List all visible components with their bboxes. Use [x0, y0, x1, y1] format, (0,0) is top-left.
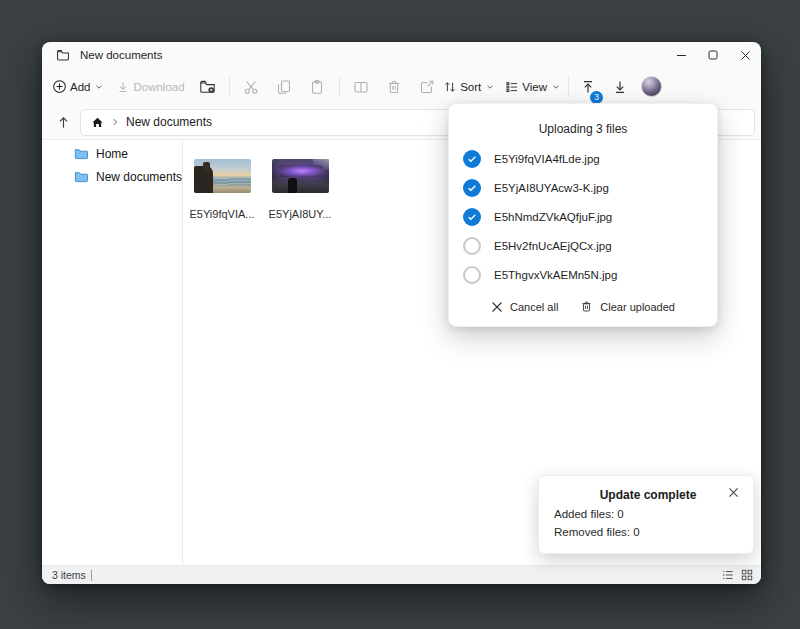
chevron-down-icon: [552, 83, 560, 91]
pending-circle-icon: [463, 237, 481, 255]
desktop: { "titlebar": { "title": "New documents"…: [0, 0, 800, 629]
upload-count-badge: 3: [590, 91, 603, 104]
check-circle-icon: [463, 208, 481, 226]
upload-item: E5ThgvxVkAEMn5N.jpg: [449, 260, 717, 289]
toast-header: Update complete: [554, 488, 739, 502]
folder-icon: [74, 147, 88, 160]
check-circle-icon: [463, 179, 481, 197]
sidebar-item-home[interactable]: Home: [42, 142, 182, 165]
view-icon: [505, 80, 519, 94]
status-bar: 3 items: [42, 565, 761, 584]
add-label: Add: [70, 81, 90, 93]
new-folder-button[interactable]: [191, 74, 224, 100]
grid-view-icon[interactable]: [741, 569, 753, 581]
user-avatar[interactable]: [641, 76, 662, 97]
add-button[interactable]: Add: [50, 74, 105, 99]
cut-button[interactable]: [235, 74, 268, 100]
upload-item: E5Yi9fqVIA4fLde.jpg: [449, 144, 717, 173]
chevron-right-icon: [111, 118, 119, 126]
pending-circle-icon: [463, 266, 481, 284]
rename-button[interactable]: [345, 74, 378, 100]
view-button[interactable]: View: [503, 75, 562, 99]
toolbar-separator: [568, 77, 569, 97]
add-icon: [52, 79, 67, 94]
cancel-all-button[interactable]: Cancel all: [491, 300, 558, 313]
toast-line: Added files: 0: [554, 508, 739, 520]
sidebar-item-new-documents[interactable]: New documents: [42, 165, 182, 188]
toast-title: Update complete: [554, 488, 728, 502]
update-toast: Update complete Added files: 0 Removed f…: [538, 475, 754, 554]
close-icon: [491, 301, 503, 313]
details-view-icon[interactable]: [722, 569, 734, 581]
share-button[interactable]: [411, 74, 444, 100]
maximize-button[interactable]: [697, 42, 729, 68]
toolbar-right: Sort View 3: [441, 74, 662, 100]
download-label: Download: [133, 81, 184, 93]
upload-item-name: E5hNmdZVkAQfjuF.jpg: [494, 211, 612, 223]
upload-status-button[interactable]: 3: [575, 74, 601, 100]
upload-item-name: E5YjAI8UYAcw3-K.jpg: [494, 182, 609, 194]
clear-uploaded-button[interactable]: Clear uploaded: [580, 300, 675, 313]
toolbar-separator: [229, 77, 230, 97]
download-icon: [116, 80, 130, 94]
file-tile[interactable]: E5Yi9fqVIA...: [183, 159, 261, 220]
home-icon: [91, 116, 104, 129]
upload-popup-title: Uploading 3 files: [449, 122, 717, 136]
toolbar: Add Download: [42, 68, 761, 105]
window-title: New documents: [80, 49, 162, 61]
upload-popup-actions: Cancel all Clear uploaded: [449, 300, 717, 313]
download-status-button[interactable]: [607, 74, 633, 100]
cancel-all-label: Cancel all: [510, 301, 558, 313]
statusbar-view-toggles: [722, 569, 753, 581]
window-controls: [665, 42, 761, 68]
clear-uploaded-label: Clear uploaded: [600, 301, 675, 313]
trash-icon: [580, 300, 593, 313]
close-icon[interactable]: [728, 487, 739, 498]
sort-label: Sort: [460, 81, 481, 93]
file-manager-window: New documents Add Download: [42, 42, 761, 584]
paste-button[interactable]: [301, 74, 334, 100]
chevron-down-icon: [486, 83, 494, 91]
folder-icon: [56, 48, 70, 62]
file-name: E5YjAI8UY...: [269, 208, 332, 220]
file-tile[interactable]: E5YjAI8UY...: [261, 159, 339, 220]
items-count: 3 items: [52, 569, 86, 581]
check-circle-icon: [463, 150, 481, 168]
upload-item: E5YjAI8UYAcw3-K.jpg: [449, 173, 717, 202]
chevron-down-icon: [95, 83, 103, 91]
statusbar-divider: [91, 570, 92, 581]
sidebar-item-label: Home: [96, 147, 128, 161]
upload-item-name: E5Hv2fnUcAEjQCx.jpg: [494, 240, 612, 252]
delete-button[interactable]: [378, 74, 411, 100]
navigate-up-button[interactable]: [52, 110, 74, 134]
sort-icon: [443, 80, 457, 94]
folder-icon: [74, 170, 88, 183]
upload-item: E5hNmdZVkAQfjuF.jpg: [449, 202, 717, 231]
minimize-button[interactable]: [665, 42, 697, 68]
sort-button[interactable]: Sort: [441, 75, 496, 99]
file-name: E5Yi9fqVIA...: [189, 208, 254, 220]
file-thumbnail: [272, 159, 329, 193]
upload-item-name: E5Yi9fqVIA4fLde.jpg: [494, 153, 600, 165]
close-button[interactable]: [729, 42, 761, 68]
view-label: View: [522, 81, 547, 93]
upload-item: E5Hv2fnUcAEjQCx.jpg: [449, 231, 717, 260]
download-button[interactable]: Download: [114, 75, 186, 99]
toolbar-separator: [339, 77, 340, 97]
file-thumbnail: [194, 159, 251, 193]
sidebar-item-label: New documents: [96, 170, 182, 184]
breadcrumb[interactable]: New documents: [126, 115, 212, 129]
copy-button[interactable]: [268, 74, 301, 100]
upload-item-name: E5ThgvxVkAEMn5N.jpg: [494, 269, 617, 281]
sidebar: Home New documents: [42, 140, 183, 565]
toast-line: Removed files: 0: [554, 526, 739, 538]
titlebar: New documents: [42, 42, 761, 68]
upload-popup: Uploading 3 files E5Yi9fqVIA4fLde.jpg E5…: [448, 103, 718, 327]
